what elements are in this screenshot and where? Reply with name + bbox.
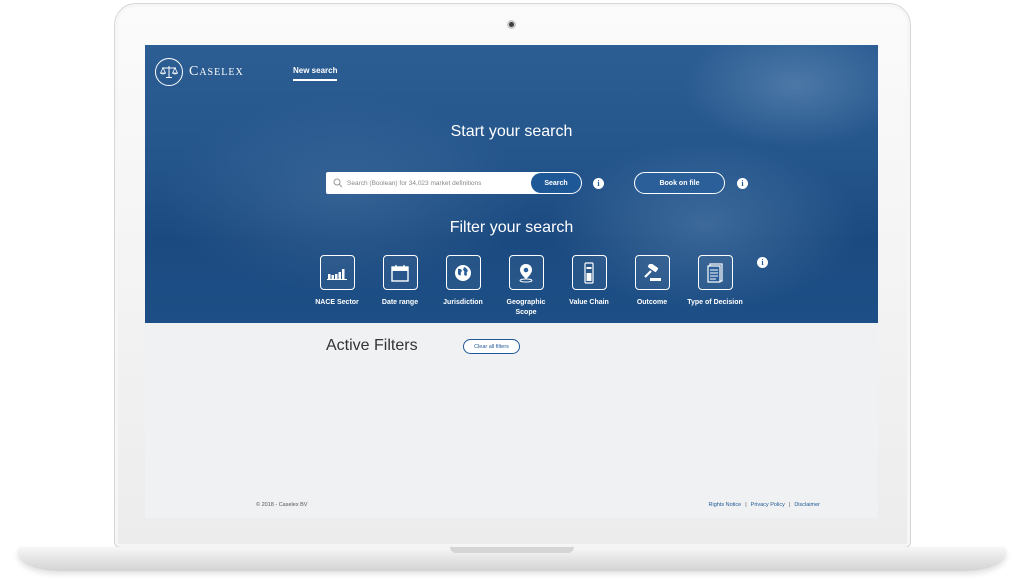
filter-label: NACE Sector xyxy=(315,299,359,306)
gavel-icon xyxy=(634,255,670,290)
camera-icon xyxy=(507,20,516,29)
clear-all-filters-button[interactable]: Clear all filters xyxy=(463,339,520,354)
copyright-text: © 2018 - Caselex BV xyxy=(256,502,308,508)
brand-name: Caselex xyxy=(189,64,244,79)
app-screen: Caselex New search Start your search Sea… xyxy=(145,45,878,518)
filter-jurisdiction[interactable]: Jurisdiction xyxy=(433,255,493,308)
filter-row: NACE Sector Date range Jurisdiction Geog… xyxy=(145,255,878,325)
filter-search-title: Filter your search xyxy=(449,219,574,236)
active-filters-title: Active Filters xyxy=(326,337,418,354)
nav-new-search[interactable]: New search xyxy=(293,66,338,81)
laptop-notch xyxy=(450,547,574,553)
footer-separator: | xyxy=(788,502,791,508)
filter-info-icon[interactable]: i xyxy=(757,257,768,268)
map-pin-icon xyxy=(508,255,544,290)
filter-label: Outcome xyxy=(636,299,668,306)
filter-value-chain[interactable]: Value Chain xyxy=(559,255,619,308)
globe-icon xyxy=(445,255,481,290)
hero-banner: Caselex New search Start your search Sea… xyxy=(145,45,878,323)
filter-label: Date range xyxy=(381,299,419,306)
footer-separator: | xyxy=(745,502,747,508)
filter-nace-sector[interactable]: NACE Sector xyxy=(307,255,367,308)
search-button[interactable]: Search xyxy=(531,173,581,193)
filter-label: Jurisdiction xyxy=(443,299,483,306)
search-info-icon[interactable]: i xyxy=(593,178,604,189)
filter-label: Geographic Scope xyxy=(506,299,546,316)
search-input[interactable] xyxy=(347,179,523,187)
filter-label: Type of Decision xyxy=(687,299,743,306)
footer-links: Rights Notice | Privacy Policy | Disclai… xyxy=(709,502,821,508)
document-icon xyxy=(697,255,733,290)
search-icon xyxy=(333,178,343,188)
bar-chart-icon xyxy=(319,255,355,290)
rights-notice-link[interactable]: Rights Notice xyxy=(709,502,742,508)
scales-icon xyxy=(155,58,183,86)
book-on-file-button[interactable]: Book on file xyxy=(634,172,725,194)
book-info-icon[interactable]: i xyxy=(737,178,748,189)
search-bar: Search xyxy=(326,172,582,194)
filter-date-range[interactable]: Date range xyxy=(370,255,430,308)
filter-label: Value Chain xyxy=(569,299,609,306)
caselex-logo[interactable]: Caselex xyxy=(155,58,244,86)
disclaimer-link[interactable]: Disclaimer xyxy=(794,502,820,508)
value-chain-icon xyxy=(571,255,607,290)
filter-type-of-decision[interactable]: Type of Decision xyxy=(685,255,745,308)
filter-outcome[interactable]: Outcome xyxy=(622,255,682,308)
calendar-icon xyxy=(382,255,418,290)
start-search-title: Start your search xyxy=(450,123,573,140)
privacy-policy-link[interactable]: Privacy Policy xyxy=(751,502,785,508)
filter-geographic-scope[interactable]: Geographic Scope xyxy=(496,255,556,318)
